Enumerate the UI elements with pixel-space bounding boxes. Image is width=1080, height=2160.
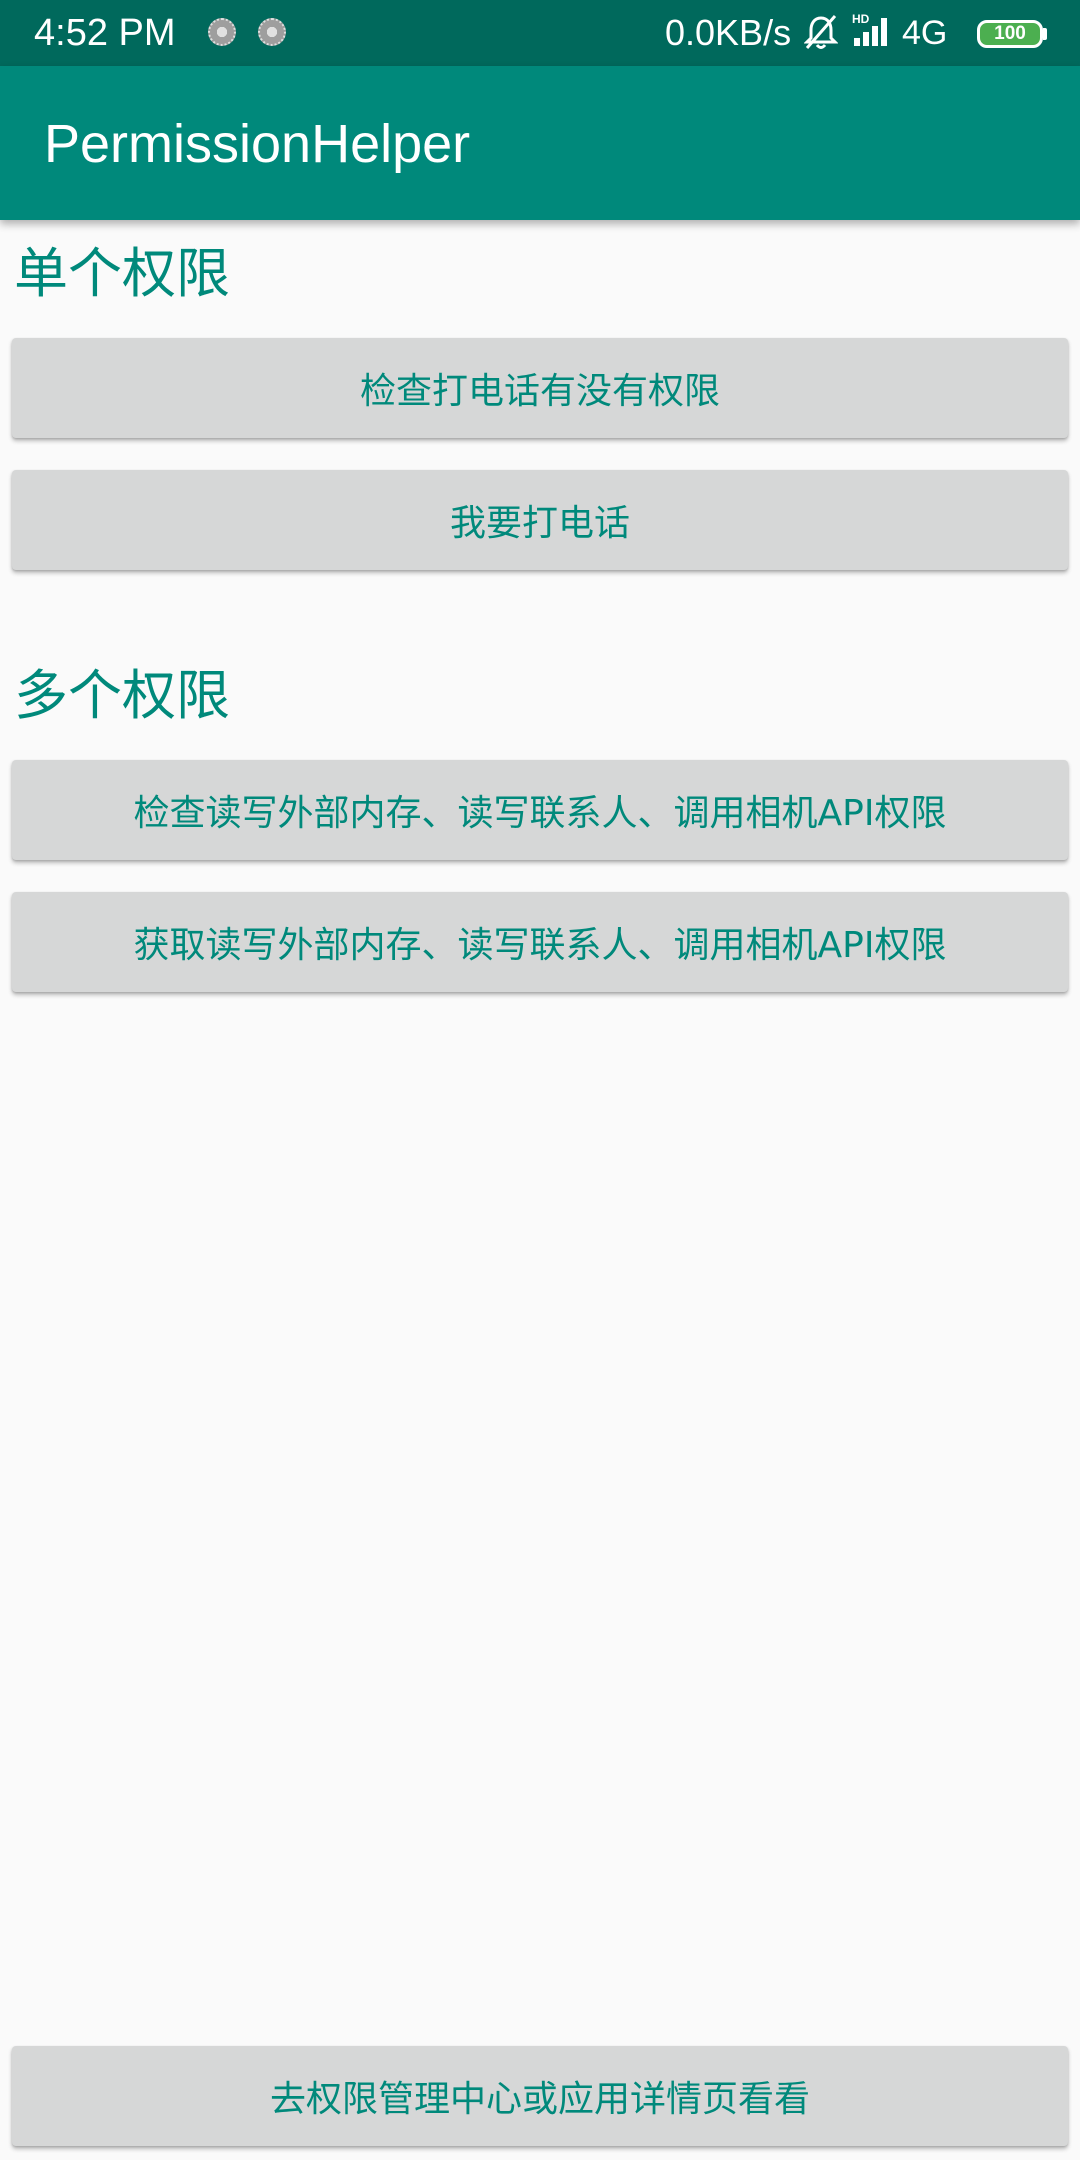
hd-signal-icon: HD <box>852 12 896 52</box>
status-bar: 4:52 PM 0.0KB/s HD 4G 100 <box>0 0 1080 66</box>
status-time: 4:52 PM <box>34 12 176 54</box>
mute-bell-icon <box>803 14 839 56</box>
battery-icon: 100 <box>977 20 1043 48</box>
notification-dot-icon <box>258 18 286 46</box>
app-bar: PermissionHelper <box>0 66 1080 220</box>
make-call-button[interactable]: 我要打电话 <box>12 470 1068 570</box>
notification-dot-icon <box>208 18 236 46</box>
request-multiple-permissions-button[interactable]: 获取读写外部内存、读写联系人、调用相机API权限 <box>12 892 1068 992</box>
check-call-permission-button[interactable]: 检查打电话有没有权限 <box>12 338 1068 438</box>
battery-tip <box>1043 28 1047 40</box>
svg-text:HD: HD <box>852 12 870 26</box>
open-permission-settings-button[interactable]: 去权限管理中心或应用详情页看看 <box>12 2046 1068 2146</box>
multiple-permissions-title: 多个权限 <box>14 664 230 727</box>
app-title: PermissionHelper <box>44 114 471 174</box>
single-permission-title: 单个权限 <box>14 242 230 305</box>
network-speed: 0.0KB/s <box>665 12 792 53</box>
check-multiple-permissions-button[interactable]: 检查读写外部内存、读写联系人、调用相机API权限 <box>12 760 1068 860</box>
network-type: 4G <box>902 14 948 52</box>
